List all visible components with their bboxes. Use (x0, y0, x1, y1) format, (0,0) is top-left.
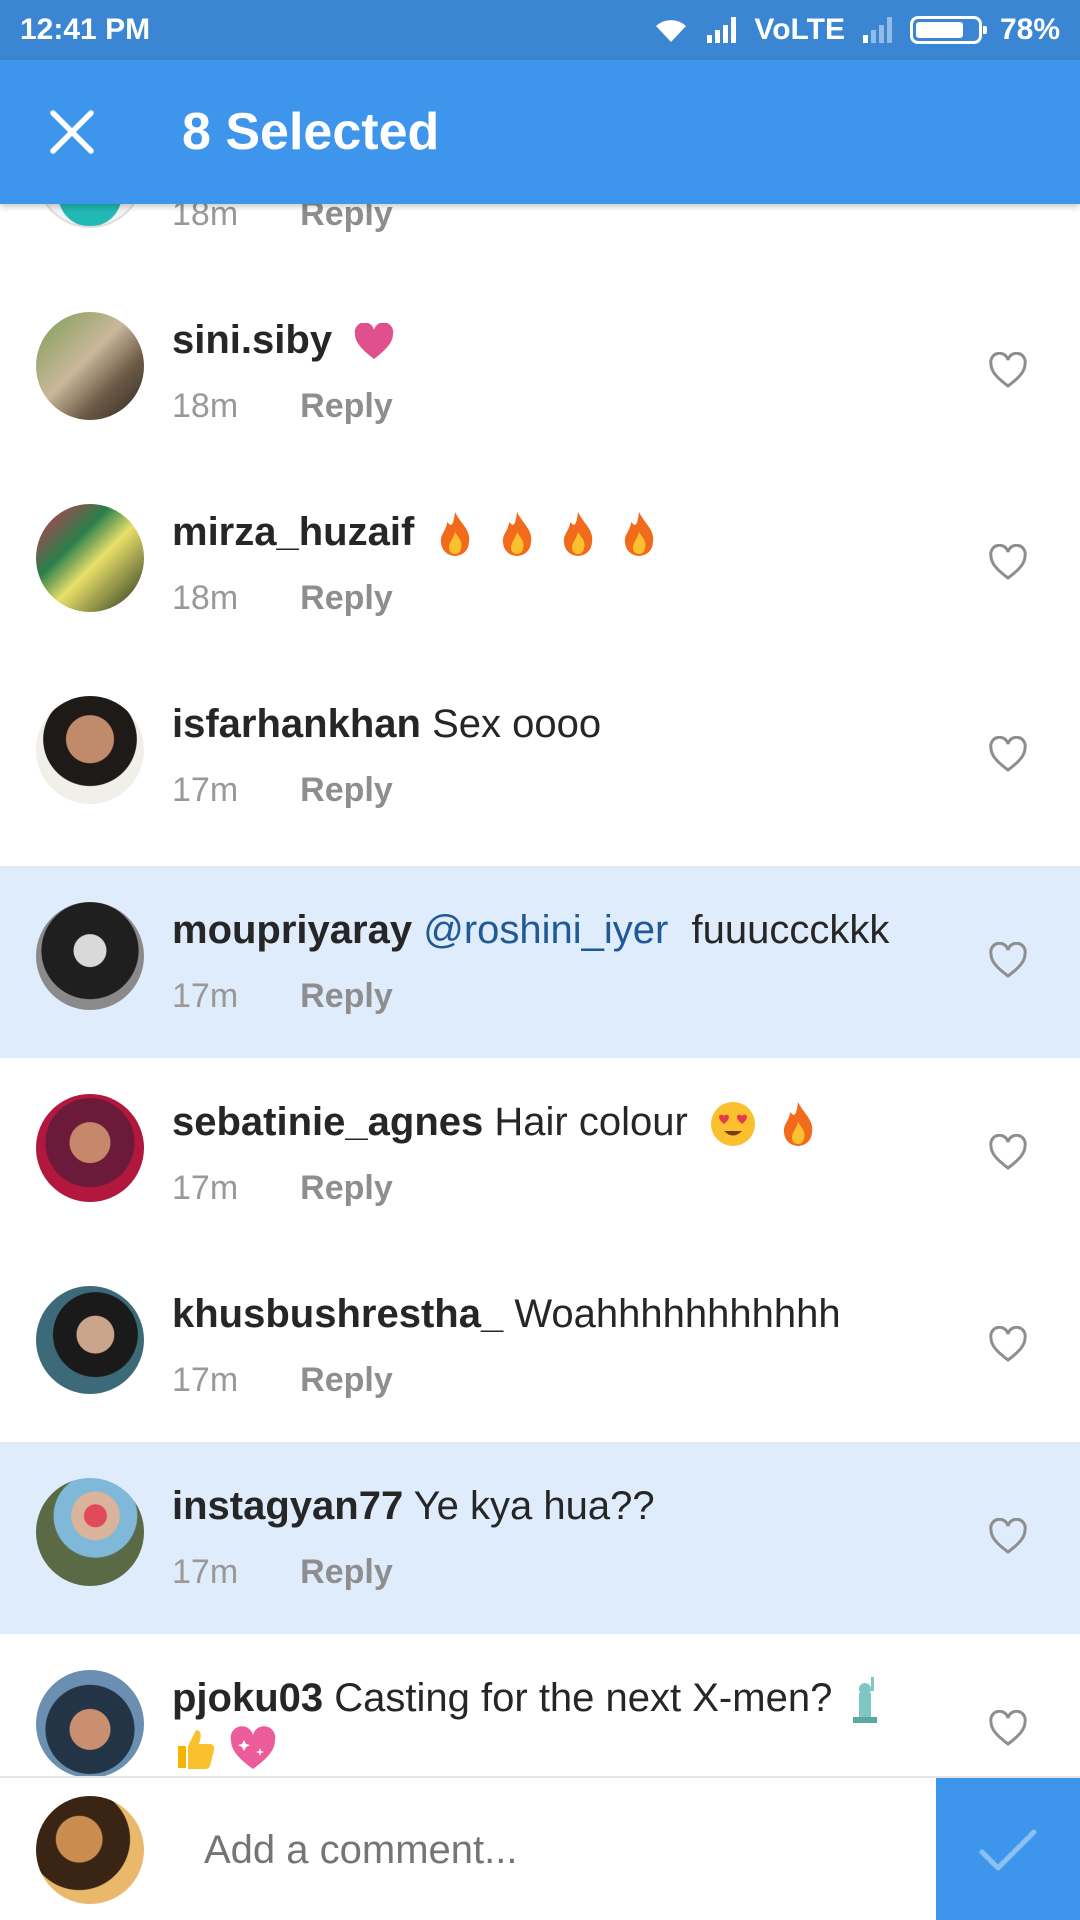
comment-input[interactable] (204, 1816, 904, 1884)
network-label: VoLTE (754, 13, 845, 46)
comment-row[interactable]: pjoku03 Casting for the next X-men? (0, 1634, 1080, 1776)
comment-text: Woahhhhhhhhhhh (514, 1292, 841, 1336)
comment-text: Casting for the next X-men? (334, 1676, 833, 1720)
avatar[interactable] (36, 1094, 144, 1202)
statue-of-liberty-icon (853, 1677, 878, 1724)
comment-time: 18m (172, 579, 239, 617)
comment-time: 17m (172, 771, 239, 809)
reply-button[interactable]: Reply (300, 579, 393, 618)
reply-button[interactable]: Reply (300, 204, 393, 234)
comment-username[interactable]: sini.siby (172, 318, 332, 362)
comment-row[interactable]: sebatinie_agnes Hair colour 17m Reply (0, 1058, 1080, 1250)
avatar[interactable] (36, 696, 144, 804)
comment-row-selected[interactable]: instagyan77 Ye kya hua?? 17m Reply (0, 1442, 1080, 1634)
fire-icon (563, 512, 592, 557)
comment-row[interactable]: 18m Reply (0, 204, 1080, 276)
comment-mention-link[interactable]: @roshini_iyer (423, 908, 668, 952)
like-heart-icon[interactable] (988, 1710, 1028, 1748)
comment-username[interactable]: moupriyaray (172, 908, 412, 952)
heart-eyes-emoji-icon (710, 1102, 755, 1147)
wifi-icon (656, 20, 687, 42)
reply-button[interactable]: Reply (300, 977, 393, 1016)
sparkling-heart-icon (231, 1726, 276, 1769)
checkmark-icon (979, 1829, 1037, 1871)
close-icon (50, 110, 94, 154)
comment-row[interactable]: sini.siby 18m Reply (0, 276, 1080, 468)
add-comment-bar (0, 1776, 1080, 1920)
avatar[interactable] (36, 504, 144, 612)
comment-row[interactable]: isfarhankhan Sex oooo 17m Reply (0, 660, 1080, 852)
comment-username[interactable]: isfarhankhan (172, 702, 421, 746)
comment-username[interactable]: instagyan77 (172, 1484, 403, 1528)
post-comment-button[interactable] (936, 1778, 1080, 1920)
selection-title: 8 Selected (182, 103, 440, 161)
comment-row-selected[interactable]: moupriyaray @roshini_iyer fuuuccckkk 17m… (0, 866, 1080, 1058)
comment-row[interactable]: mirza_huzaif 18m Reply (0, 468, 1080, 660)
like-heart-icon[interactable] (988, 942, 1028, 980)
fire-icon (783, 1102, 813, 1147)
avatar[interactable] (36, 204, 144, 228)
fire-icon (441, 512, 470, 557)
like-heart-icon[interactable] (988, 1518, 1028, 1556)
comment-username[interactable]: mirza_huzaif (172, 510, 414, 554)
comment-text: fuuuccckkk (691, 908, 890, 952)
fire-icon (502, 512, 531, 557)
battery-percent: 78% (999, 13, 1060, 46)
comment-username[interactable]: khusbushrestha_ (172, 1292, 503, 1336)
signal-strength-2-icon (862, 17, 892, 43)
comment-time: 17m (172, 1553, 239, 1591)
fire-emoji-group (425, 510, 658, 557)
avatar[interactable] (36, 1670, 144, 1776)
fire-icon (624, 512, 654, 557)
comment-time: 18m (172, 204, 239, 233)
reply-button[interactable]: Reply (300, 387, 393, 426)
comment-text: Sex oooo (432, 702, 602, 746)
reply-button[interactable]: Reply (300, 771, 393, 810)
reply-button[interactable]: Reply (300, 1169, 393, 1208)
thumbs-up-icon (178, 1730, 215, 1769)
avatar[interactable] (36, 312, 144, 420)
like-heart-icon[interactable] (988, 736, 1028, 774)
like-heart-icon[interactable] (988, 544, 1028, 582)
comment-row[interactable]: khusbushrestha_ Woahhhhhhhhhhh 17m Reply (0, 1250, 1080, 1442)
comment-time: 17m (172, 977, 239, 1015)
emoji-line (172, 1726, 278, 1776)
status-time: 12:41 PM (20, 13, 151, 46)
pink-heart-icon (354, 323, 394, 360)
reply-button[interactable]: Reply (300, 1361, 393, 1400)
signal-strength-icon (707, 17, 737, 43)
comment-username[interactable]: sebatinie_agnes (172, 1100, 483, 1144)
like-heart-icon[interactable] (988, 352, 1028, 390)
comment-time: 17m (172, 1169, 239, 1207)
like-heart-icon[interactable] (988, 1326, 1028, 1364)
comment-time: 17m (172, 1361, 239, 1399)
selection-app-bar: 8 Selected (0, 60, 1080, 204)
current-user-avatar (36, 1796, 144, 1904)
status-bar: 12:41 PM VoLTE 78% (0, 0, 1080, 60)
comment-text: Ye kya hua?? (413, 1484, 655, 1528)
comment-text: Hair colour (494, 1100, 688, 1144)
avatar[interactable] (36, 902, 144, 1010)
reply-button[interactable]: Reply (300, 1553, 393, 1592)
comment-username[interactable]: pjoku03 (172, 1676, 323, 1720)
avatar[interactable] (36, 1286, 144, 1394)
comment-time: 18m (172, 387, 239, 425)
avatar[interactable] (36, 1478, 144, 1586)
battery-icon (909, 16, 987, 44)
like-heart-icon[interactable] (988, 1134, 1028, 1172)
comment-list[interactable]: 18m Reply sini.siby 18m Reply mirza_huza… (0, 204, 1080, 1776)
close-button[interactable] (0, 60, 144, 204)
